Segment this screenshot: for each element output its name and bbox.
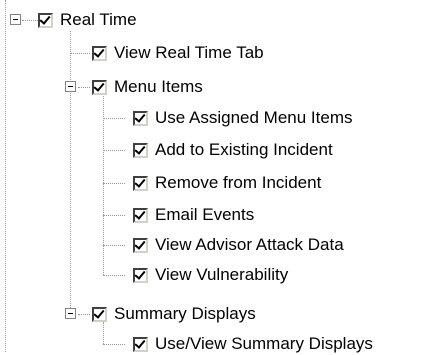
- tree-guide-vulnerability: [103, 275, 125, 276]
- checkbox-checked-icon[interactable]: [133, 267, 148, 283]
- tree-node-label: View Vulnerability: [155, 265, 289, 284]
- checkbox-checked-icon[interactable]: [133, 237, 148, 253]
- permissions-tree: Real Time View Real Time Tab Menu Items …: [0, 0, 447, 353]
- tree-node-label: Menu Items: [114, 77, 203, 96]
- tree-guide-real-time: [22, 20, 38, 21]
- tree-guide-summary-displays: [78, 314, 90, 315]
- tree-node-label: Real Time: [60, 10, 137, 29]
- tree-node-label: Use Assigned Menu Items: [155, 108, 353, 127]
- tree-guide-real-time-children: [70, 31, 71, 314]
- tree-guide-remove-incident: [103, 183, 125, 184]
- tree-node-view-real-time-tab[interactable]: View Real Time Tab: [92, 42, 264, 64]
- tree-node-use-assigned-menu-items[interactable]: Use Assigned Menu Items: [133, 107, 352, 129]
- tree-node-real-time[interactable]: Real Time: [38, 9, 137, 31]
- tree-guide-view-real-time-tab: [70, 53, 90, 54]
- checkbox-checked-icon[interactable]: [133, 142, 148, 158]
- tree-guide-menu-items: [78, 87, 90, 88]
- tree-guide-menu-items-children: [103, 96, 104, 275]
- checkbox-checked-icon[interactable]: [38, 12, 53, 28]
- checkbox-checked-icon[interactable]: [133, 110, 148, 126]
- tree-guide-root: [5, 0, 6, 352]
- tree-guide-add-existing: [103, 150, 125, 151]
- tree-node-label: View Real Time Tab: [114, 43, 264, 62]
- tree-node-email-events[interactable]: Email Events: [133, 204, 254, 226]
- collapse-minus-icon[interactable]: [10, 14, 21, 25]
- tree-node-summary-displays[interactable]: Summary Displays: [92, 303, 256, 325]
- checkbox-checked-icon[interactable]: [92, 79, 107, 95]
- tree-guide-use-assigned: [103, 118, 125, 119]
- tree-node-view-vulnerability[interactable]: View Vulnerability: [133, 264, 288, 286]
- tree-node-label: Email Events: [155, 205, 255, 224]
- checkbox-checked-icon[interactable]: [133, 207, 148, 223]
- tree-node-add-to-existing-incident[interactable]: Add to Existing Incident: [133, 139, 333, 161]
- tree-node-menu-items[interactable]: Menu Items: [92, 76, 203, 98]
- tree-guide-use-view-summary: [103, 344, 125, 345]
- tree-guide-advisor-attack: [103, 245, 125, 246]
- tree-node-remove-from-incident[interactable]: Remove from Incident: [133, 172, 321, 194]
- checkbox-checked-icon[interactable]: [92, 306, 107, 322]
- tree-guide-summary-children: [103, 322, 104, 344]
- tree-node-label: Summary Displays: [114, 304, 256, 323]
- tree-node-label: Add to Existing Incident: [155, 140, 333, 159]
- checkbox-checked-icon[interactable]: [92, 45, 107, 61]
- tree-node-view-advisor-attack-data[interactable]: View Advisor Attack Data: [133, 234, 344, 256]
- collapse-minus-icon[interactable]: [65, 81, 76, 92]
- tree-node-label: View Advisor Attack Data: [155, 235, 344, 254]
- checkbox-checked-icon[interactable]: [133, 175, 148, 191]
- tree-guide-email-events: [103, 215, 125, 216]
- tree-node-label: Remove from Incident: [155, 173, 322, 192]
- collapse-minus-icon[interactable]: [65, 308, 76, 319]
- checkbox-checked-icon[interactable]: [133, 336, 148, 352]
